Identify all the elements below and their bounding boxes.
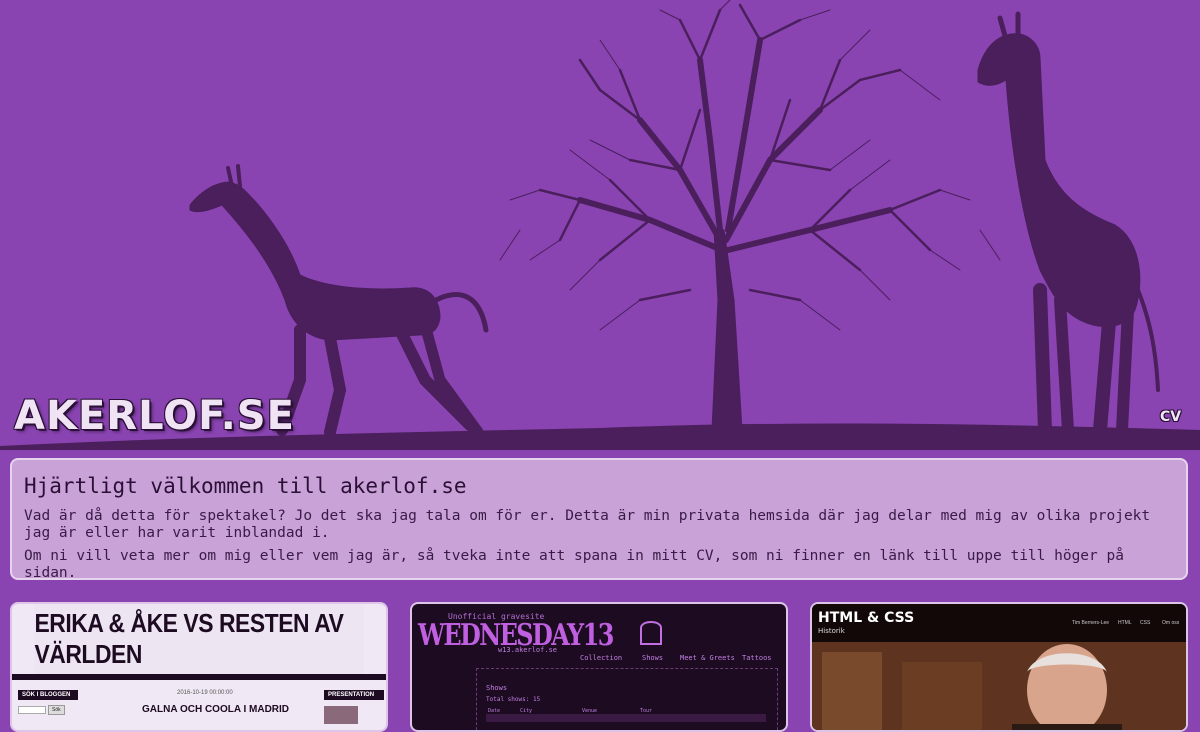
welcome-title: Hjärtligt välkommen till akerlof.se bbox=[24, 474, 467, 498]
project-card-wednesday13[interactable]: Unofficial gravesite WEDNESDAY13 w13.ake… bbox=[410, 602, 788, 732]
htmlcss-nav-html: HTML bbox=[1118, 620, 1132, 626]
w13-nav-tattoos: Tattoos bbox=[742, 654, 772, 662]
htmlcss-nav-tbl: Tim Berners-Lee bbox=[1072, 620, 1110, 626]
blog-presentation-image bbox=[324, 706, 358, 724]
cv-link[interactable]: CV bbox=[1160, 409, 1181, 425]
tombstone-icon bbox=[640, 621, 662, 645]
htmlcss-nav-om-oss: Om oss bbox=[1162, 620, 1180, 626]
w13-nav-meet-greets: Meet & Greets bbox=[680, 654, 735, 662]
w13-url: w13.akerlof.se bbox=[498, 646, 558, 654]
blog-nav-bar bbox=[12, 674, 386, 680]
w13-section-title: Shows bbox=[486, 684, 508, 692]
blog-title: ERIKA & ÅKE VS RESTEN AV VÄRLDEN bbox=[34, 604, 364, 674]
welcome-paragraph-1: Vad är då detta för spektakel? Jo det sk… bbox=[24, 508, 1151, 541]
portrait-photo bbox=[812, 642, 1186, 730]
w13-table-row bbox=[486, 714, 766, 722]
htmlcss-title: HTML & CSS bbox=[818, 610, 915, 626]
htmlcss-subtitle: Historik bbox=[818, 627, 845, 635]
blog-search-heading: SÖK I BLOGGEN bbox=[18, 690, 78, 700]
w13-nav-shows: Shows bbox=[642, 654, 664, 662]
savanna-silhouette bbox=[0, 0, 1200, 450]
welcome-panel: Hjärtligt välkommen till akerlof.se Vad … bbox=[10, 458, 1188, 581]
blog-presentation-heading: PRESENTATION bbox=[324, 690, 384, 700]
project-card-html-css[interactable]: HTML & CSS Historik Tim Berners-Lee HTML… bbox=[810, 602, 1188, 732]
blog-post-date: 2016-10-19 00:00:00 bbox=[177, 690, 233, 696]
blog-search-button: Sök bbox=[48, 705, 65, 715]
hero-banner: AKERLOF.SE CV bbox=[0, 0, 1200, 450]
w13-nav-collection: Collection bbox=[580, 654, 623, 662]
w13-total-shows: Total shows: 15 bbox=[486, 696, 541, 703]
blog-post-title: GALNA OCH COOLA I MADRID bbox=[142, 704, 290, 715]
htmlcss-nav-css: CSS bbox=[1140, 620, 1151, 626]
blog-search-input bbox=[18, 706, 46, 714]
welcome-paragraph-2: Om ni vill veta mer om mig eller vem jag… bbox=[24, 548, 1124, 581]
project-card-blog[interactable]: ERIKA & ÅKE VS RESTEN AV VÄRLDEN SÖK I B… bbox=[10, 602, 388, 732]
portrait-illustration bbox=[812, 642, 1186, 730]
site-logo[interactable]: AKERLOF.SE bbox=[14, 393, 295, 439]
